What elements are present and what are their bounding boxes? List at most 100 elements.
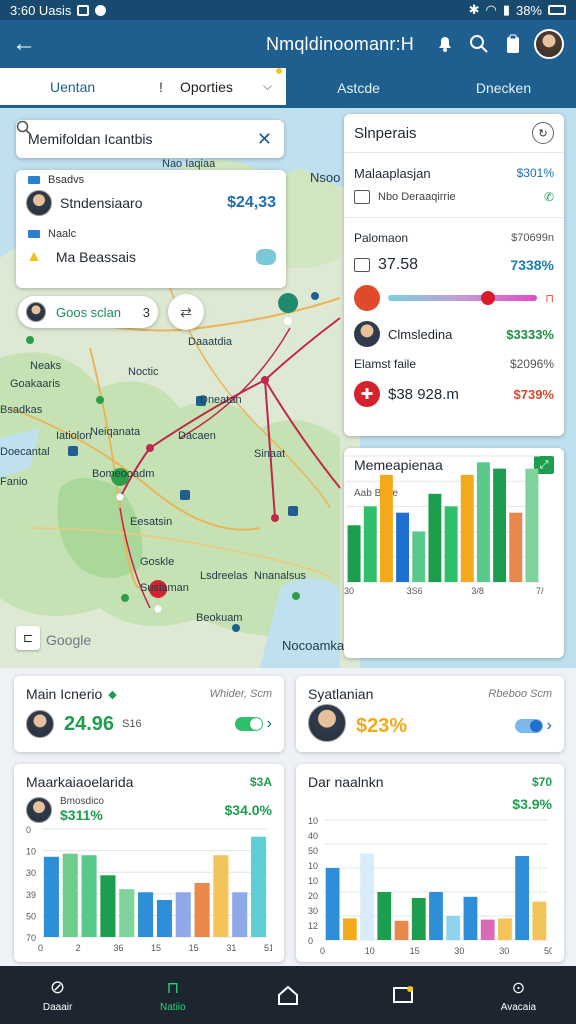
toggle-knob (249, 718, 262, 730)
app-bar: ← Nmqldinoomanr:H (0, 20, 576, 68)
x-tick-label: 50 (544, 946, 552, 956)
x-tick-label: 30 (344, 586, 354, 596)
chart-card[interactable]: Dar naalnkn $70 $3.9% 10 40 50 10 10 20 30 12 0 0 1… (296, 764, 564, 962)
chart-bar (138, 892, 154, 937)
panel-row[interactable]: ✚ $38 928.m $739% (354, 376, 554, 412)
y-tick-label: 10 (308, 876, 318, 886)
x-tick-label: 36 (113, 943, 123, 953)
status-time: 3:60 Uasis (10, 2, 72, 18)
refresh-icon[interactable]: ↻ (532, 122, 554, 144)
route-button[interactable]: ⇄ (168, 294, 204, 330)
map-view[interactable]: Nao Iaqiaa Nsoo Daaatdia Noctic Neaks Go… (0, 108, 576, 668)
tab-oporties[interactable]: Oporties (180, 79, 233, 95)
slider-knob[interactable] (480, 291, 495, 305)
chevron-right-icon[interactable]: › (547, 717, 552, 735)
nav-item-explore[interactable]: ⊘ Daaair (0, 966, 115, 1024)
bell-icon[interactable] (428, 27, 462, 61)
x-tick-label: 3/8 (471, 586, 484, 596)
nav-item-account[interactable]: ⊙ Avacaia (461, 966, 576, 1024)
panel-slider-row[interactable]: ⊓ (354, 280, 554, 316)
panel-row[interactable]: Malaaplasjan $301% (354, 161, 554, 185)
cloud-icon (256, 249, 276, 265)
map-label: Bomeooadm (92, 468, 155, 480)
chart-bar (175, 892, 191, 937)
search-box[interactable]: Memifoldan Icantbis ✕ (16, 120, 284, 158)
nav-item-inbox[interactable] (346, 966, 461, 1024)
chart-bar (515, 856, 530, 940)
wifi-icon: ◠ (485, 2, 497, 17)
user-chip[interactable]: Goos sclan 3 (18, 296, 158, 328)
tab-astcde[interactable]: Astcde (286, 68, 431, 108)
metric-card[interactable]: Syatlanian Rbeboo Scm $23% › (296, 676, 564, 752)
places-header: Bsadvs (16, 174, 286, 186)
map-label: Dneatan (200, 394, 242, 406)
slider-end-icon: ⊓ (545, 292, 554, 305)
chart-panel: Memeapienaa ⤢ Aab Bode 303S63/87/08 (344, 448, 564, 658)
phone-icon: ✆ (543, 190, 554, 204)
signal-icon: ▮ (502, 2, 510, 17)
search-input[interactable]: Memifoldan Icantbis (28, 131, 153, 147)
chart-bar (377, 892, 392, 940)
panel-row[interactable]: Elamst faile $2096% (354, 352, 554, 376)
pin-icon: ✚ (354, 381, 380, 407)
panel-row[interactable]: Palomaon $70699n (354, 226, 554, 250)
panel-row[interactable]: 37.58 7338% (354, 250, 554, 280)
clipboard-icon[interactable] (496, 27, 530, 61)
panel-row[interactable]: Nbo Deraaqirrie ✆ (354, 185, 554, 209)
nav-item-active[interactable]: ⊓ Natiio (115, 966, 230, 1024)
bar-chart-right: 10 40 50 10 10 20 30 12 00 10 15 30 30 50 (308, 816, 554, 956)
chart-bar (342, 918, 357, 940)
chart-bar (347, 525, 361, 582)
y-tick-label: 50 (308, 846, 318, 856)
y-tick-label: 39 (26, 890, 36, 900)
tab-uentan[interactable]: Uentan (0, 79, 146, 95)
map-label: Nocoamka (282, 638, 345, 653)
range-slider[interactable] (388, 291, 538, 305)
route-icon: ⇄ (180, 303, 192, 320)
chevron-right-icon[interactable]: › (267, 715, 272, 733)
note-icon (354, 258, 370, 272)
close-icon[interactable]: ✕ (257, 129, 272, 150)
map-label: Neaks (30, 360, 62, 372)
chart-bar (476, 462, 490, 582)
tab-group-left: Uentan ! Oporties ⌵ (0, 68, 286, 108)
avatar (354, 321, 380, 347)
chart-bar (509, 512, 523, 582)
chart-bar (463, 896, 478, 940)
search-icon[interactable] (462, 27, 496, 61)
map-label: Neiqanata (90, 426, 141, 438)
metric-card[interactable]: Main Icnerio ◆ Whider, Scm 24.96 S16 › (14, 676, 284, 752)
x-tick-label: 15 (189, 943, 199, 953)
chart-bar (62, 853, 78, 937)
gem-icon: ◆ (108, 688, 117, 701)
back-arrow-icon[interactable]: ← (12, 30, 42, 58)
chart-bar (428, 493, 442, 582)
summary-panel: Slnperais ↻ Malaaplasjan $301% Nbo Deraaq… (344, 114, 564, 436)
card-small: S16 (122, 718, 142, 730)
bluetooth-icon: ✱ (468, 2, 480, 17)
avatar (26, 710, 54, 738)
map-label: Bsadkas (0, 404, 43, 416)
map-label: Doecantal (0, 446, 50, 458)
chart-card[interactable]: Maarkaiaoelarida $3A Bmosdico $311% $34.0%… (14, 764, 284, 962)
avatar (308, 704, 346, 742)
chart-bar (493, 468, 507, 582)
toggle-switch[interactable] (234, 717, 263, 731)
chart-bar (232, 892, 248, 937)
toggle-switch[interactable] (514, 719, 543, 733)
chart-bar (412, 531, 426, 582)
tab-dnecken[interactable]: Dnecken (431, 68, 576, 108)
user-avatar[interactable] (534, 29, 564, 59)
list-item[interactable]: ▲ Ma Beassais (16, 240, 286, 274)
map-layers-button[interactable]: ⊏ (16, 626, 40, 650)
panel-row[interactable]: Clmsledina $3333% (354, 316, 554, 352)
account-icon: ⊙ (511, 979, 526, 997)
map-label: Dacaen (178, 430, 216, 442)
x-tick-label: 0 (38, 943, 43, 953)
list-item[interactable]: Stndensiaaro $24,33 (16, 186, 286, 220)
map-label: Iatiolon (56, 430, 92, 442)
x-tick-label: 2 (76, 943, 81, 953)
tab-badge-dot (276, 68, 282, 74)
nav-item-home[interactable] (230, 966, 345, 1024)
chevron-down-icon[interactable]: ⌵ (263, 79, 272, 94)
